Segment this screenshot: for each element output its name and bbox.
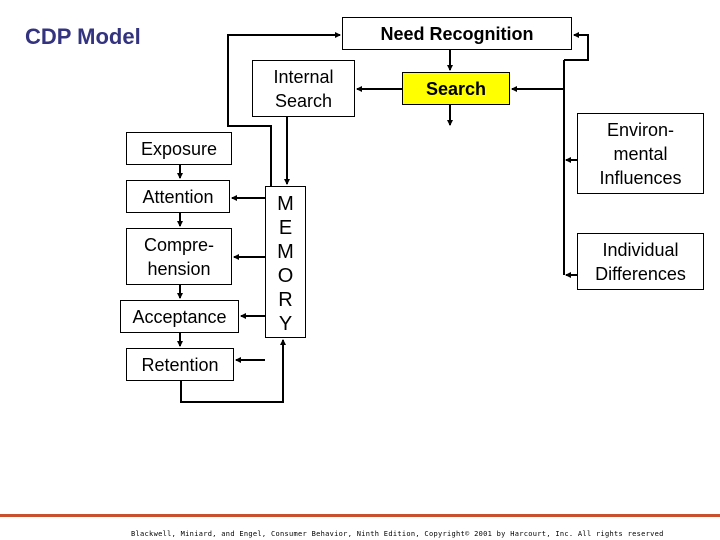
need-recognition-box: Need Recognition	[342, 17, 572, 50]
memory-letter: Y	[278, 313, 293, 335]
memory-letter: O	[277, 265, 294, 287]
exposure-box: Exposure	[126, 132, 232, 165]
internal-search-box: Internal Search	[252, 60, 355, 117]
retention-box: Retention	[126, 348, 234, 381]
memory-letter: E	[278, 217, 293, 239]
memory-letter: R	[278, 289, 293, 311]
footer-rule	[0, 514, 720, 517]
attention-box: Attention	[126, 180, 230, 213]
search-box: Search	[402, 72, 510, 105]
memory-letter: M	[277, 193, 294, 215]
comprehension-box: Compre- hension	[126, 228, 232, 285]
copyright-footer: Blackwell, Miniard, and Engel, Consumer …	[131, 530, 664, 538]
memory-letter: M	[277, 241, 294, 263]
slide-title: CDP Model	[25, 24, 141, 49]
environmental-influences-box: Environ- mental Influences	[577, 113, 704, 194]
memory-box: M E M O R Y	[265, 186, 306, 338]
acceptance-box: Acceptance	[120, 300, 239, 333]
individual-differences-box: Individual Differences	[577, 233, 704, 290]
